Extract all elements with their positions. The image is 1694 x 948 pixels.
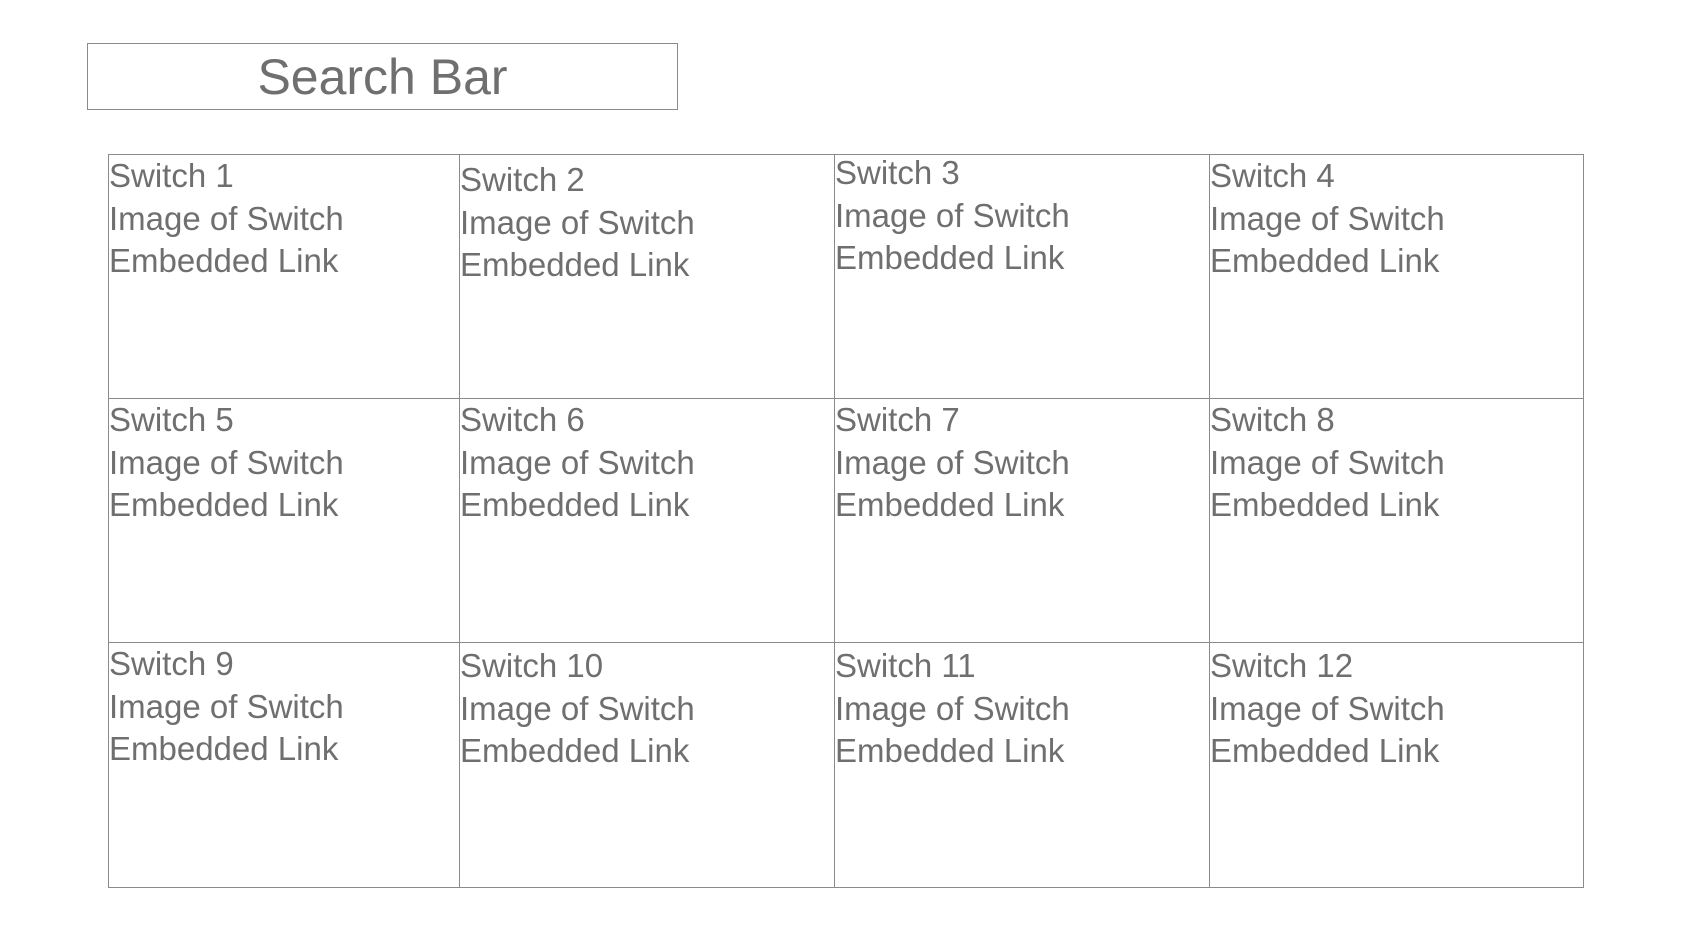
switch-image-placeholder: Image of Switch — [109, 687, 344, 725]
switch-title: Switch 2 — [460, 161, 585, 198]
switch-card-10[interactable]: Switch 10 Image of Switch Embedded Link — [460, 643, 835, 887]
search-bar[interactable]: Search Bar — [87, 43, 678, 110]
switch-title: Switch 4 — [1210, 157, 1335, 194]
switch-embedded-link[interactable]: Embedded Link — [460, 730, 834, 773]
switch-embedded-link[interactable]: Embedded Link — [1210, 484, 1583, 527]
switch-embedded-link[interactable]: Embedded Link — [460, 244, 834, 287]
switch-title: Switch 6 — [460, 401, 585, 438]
switch-title: Switch 1 — [109, 157, 234, 194]
switch-embedded-link[interactable]: Embedded Link — [1210, 730, 1583, 773]
switch-image-placeholder: Image of Switch — [1210, 689, 1445, 727]
switch-card-6[interactable]: Switch 6 Image of Switch Embedded Link — [460, 399, 835, 643]
switch-title: Switch 5 — [109, 401, 234, 438]
switch-image-placeholder: Image of Switch — [835, 196, 1070, 234]
switch-title: Switch 11 — [835, 647, 976, 684]
switch-card-2[interactable]: Switch 2 Image of Switch Embedded Link — [460, 155, 835, 399]
switch-grid: Switch 1 Image of Switch Embedded Link S… — [108, 154, 1584, 888]
switch-title: Switch 7 — [835, 401, 960, 438]
switch-image-placeholder: Image of Switch — [460, 203, 695, 241]
switch-card-7[interactable]: Switch 7 Image of Switch Embedded Link — [835, 399, 1210, 643]
switch-card-9[interactable]: Switch 9 Image of Switch Embedded Link — [109, 643, 460, 887]
switch-image-placeholder: Image of Switch — [109, 199, 344, 237]
switch-title: Switch 8 — [1210, 401, 1335, 438]
switch-card-8[interactable]: Switch 8 Image of Switch Embedded Link — [1210, 399, 1583, 643]
switch-card-12[interactable]: Switch 12 Image of Switch Embedded Link — [1210, 643, 1583, 887]
switch-title: Switch 12 — [1210, 647, 1354, 684]
switch-image-placeholder: Image of Switch — [460, 443, 695, 481]
switch-embedded-link[interactable]: Embedded Link — [109, 240, 459, 283]
switch-image-placeholder: Image of Switch — [109, 443, 344, 481]
switch-embedded-link[interactable]: Embedded Link — [835, 484, 1209, 527]
switch-embedded-link[interactable]: Embedded Link — [835, 237, 1209, 280]
switch-embedded-link[interactable]: Embedded Link — [109, 484, 459, 527]
switch-image-placeholder: Image of Switch — [1210, 199, 1445, 237]
switch-image-placeholder: Image of Switch — [1210, 443, 1445, 481]
switch-embedded-link[interactable]: Embedded Link — [460, 484, 834, 527]
switch-card-11[interactable]: Switch 11 Image of Switch Embedded Link — [835, 643, 1210, 887]
switch-title: Switch 9 — [109, 645, 234, 682]
switch-title: Switch 3 — [835, 155, 960, 191]
switch-card-1[interactable]: Switch 1 Image of Switch Embedded Link — [109, 155, 460, 399]
switch-card-5[interactable]: Switch 5 Image of Switch Embedded Link — [109, 399, 460, 643]
switch-card-4[interactable]: Switch 4 Image of Switch Embedded Link — [1210, 155, 1583, 399]
switch-image-placeholder: Image of Switch — [460, 689, 695, 727]
switch-embedded-link[interactable]: Embedded Link — [1210, 240, 1583, 283]
switch-embedded-link[interactable]: Embedded Link — [109, 728, 459, 771]
switch-card-3[interactable]: Switch 3 Image of Switch Embedded Link — [835, 155, 1210, 399]
switch-embedded-link[interactable]: Embedded Link — [835, 730, 1209, 773]
switch-title: Switch 10 — [460, 647, 604, 684]
switch-image-placeholder: Image of Switch — [835, 443, 1070, 481]
switch-image-placeholder: Image of Switch — [835, 689, 1070, 727]
